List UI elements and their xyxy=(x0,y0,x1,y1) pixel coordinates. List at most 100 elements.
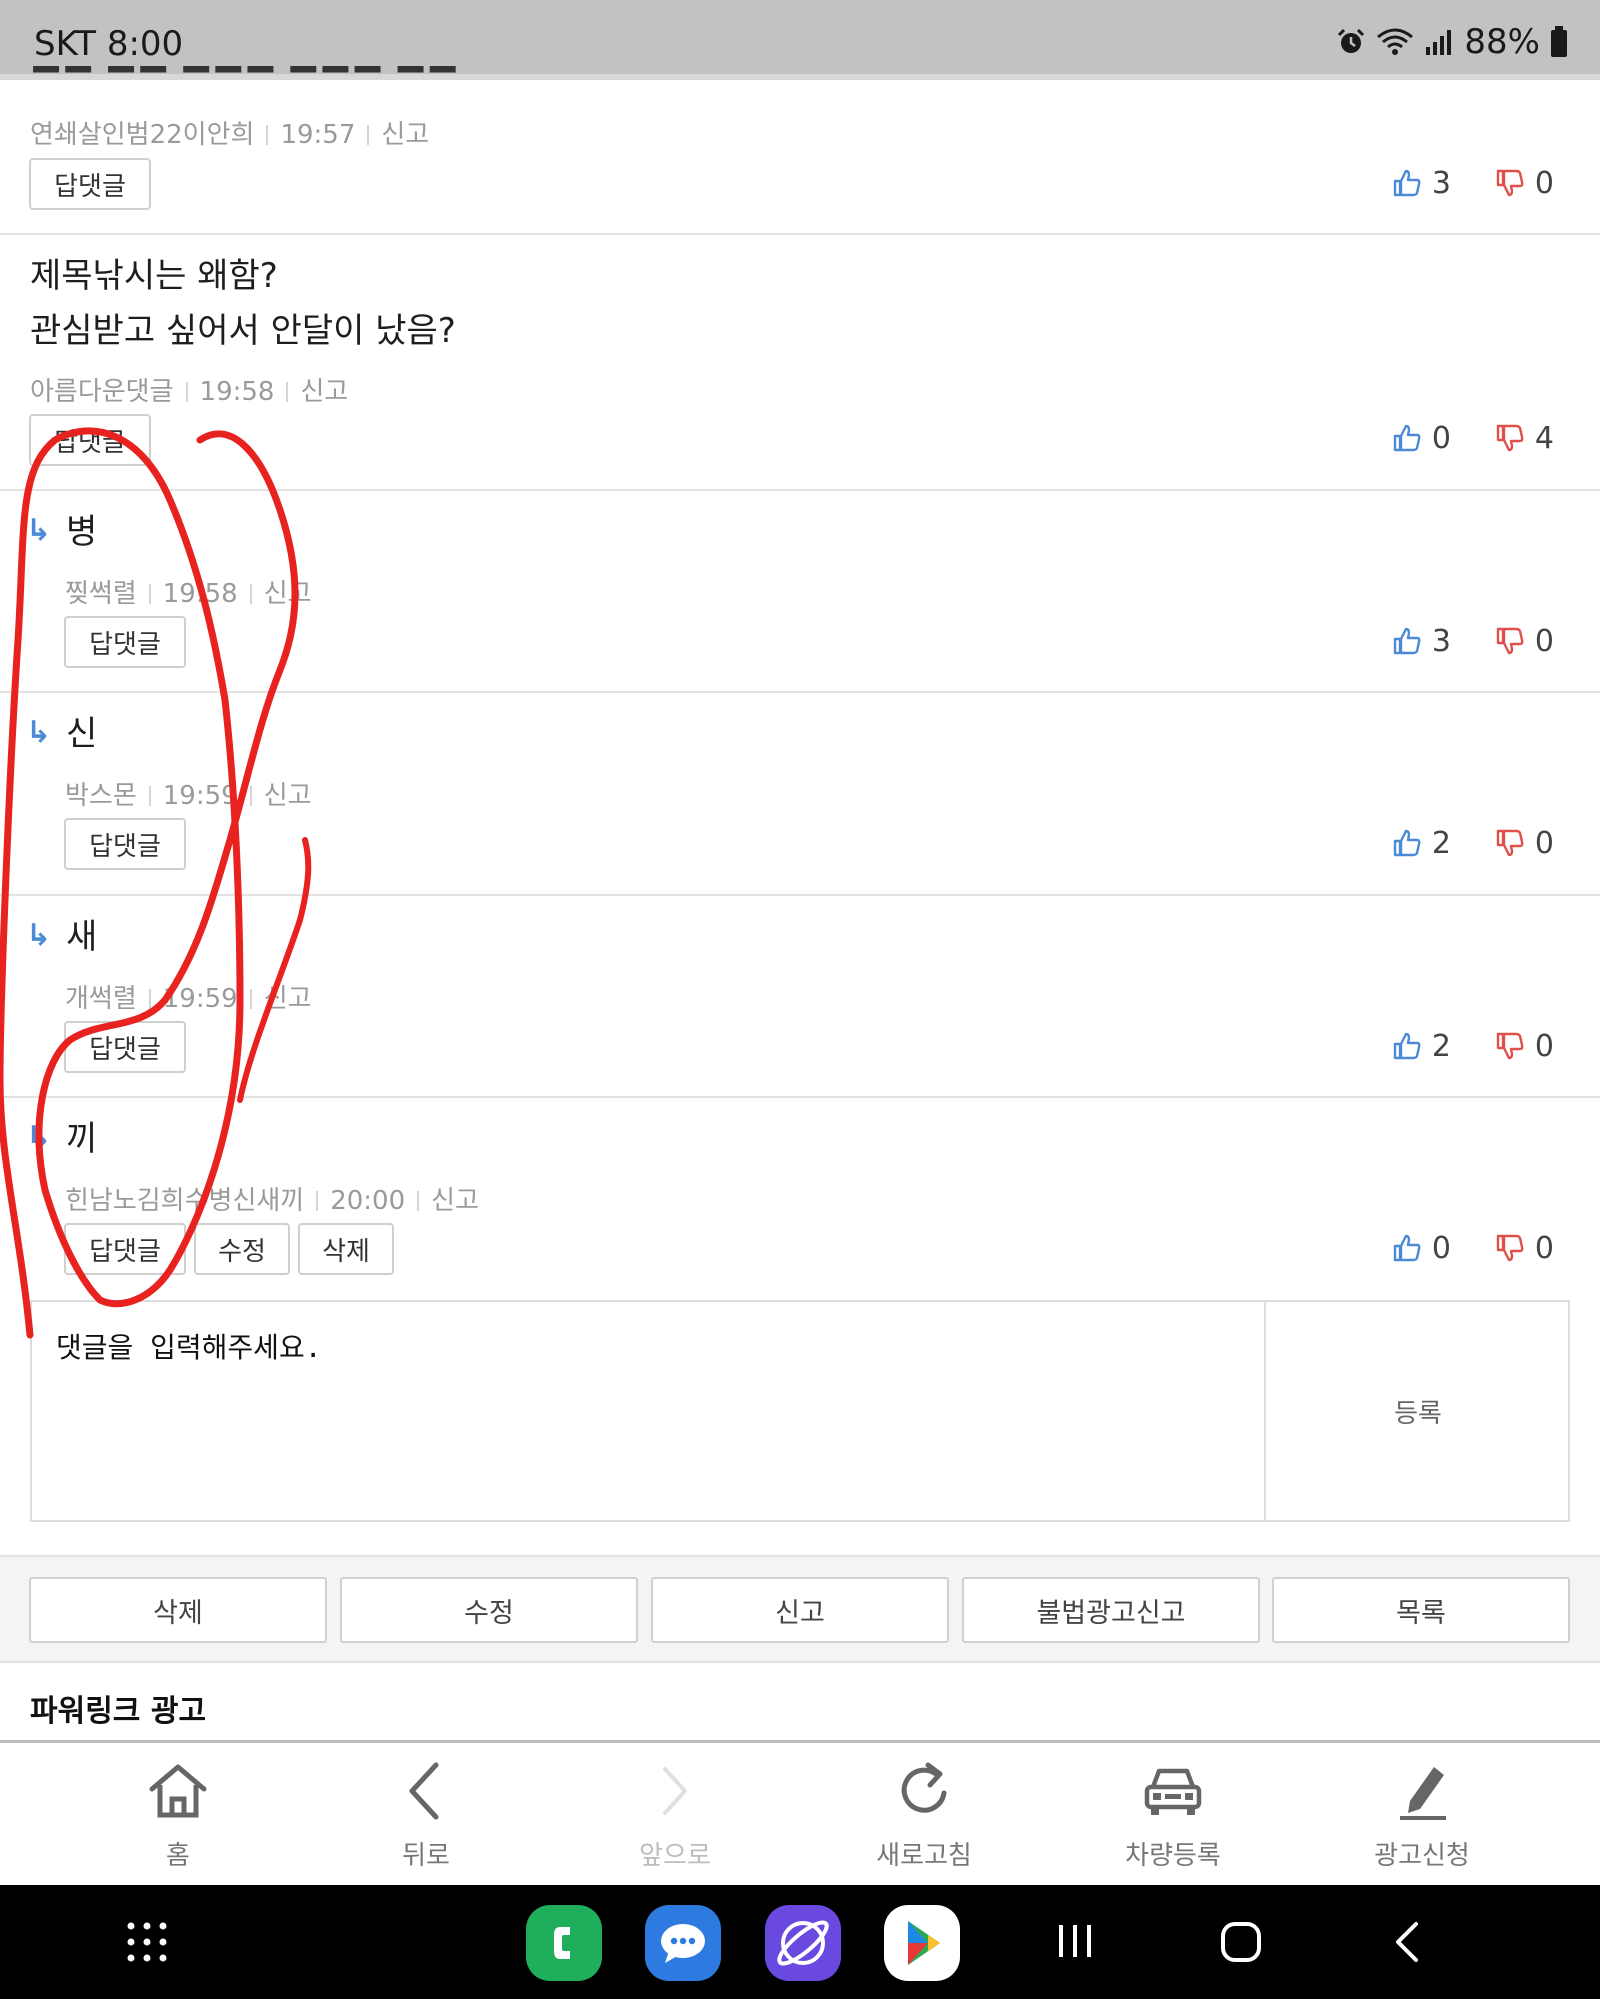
nav-refresh-label: 새로고침 xyxy=(876,1841,972,1871)
thumbs-up-icon xyxy=(1393,829,1421,857)
android-navigation-bar xyxy=(0,1885,1600,1999)
reply-button[interactable]: 답댓글 xyxy=(29,158,151,210)
report-post-button[interactable]: 신고 xyxy=(651,1577,949,1643)
like-button[interactable]: 3 xyxy=(1392,624,1451,659)
report-link[interactable]: 신고 xyxy=(381,120,429,150)
list-button[interactable]: 목록 xyxy=(1272,1577,1570,1643)
report-link[interactable]: 신고 xyxy=(431,1186,479,1216)
comment-author[interactable]: 찢썩렬 xyxy=(65,579,137,609)
reply-button[interactable]: 답댓글 xyxy=(64,1021,186,1073)
vote-area: 3 0 xyxy=(1392,163,1554,203)
dislike-count: 0 xyxy=(1534,1230,1554,1266)
comment-author[interactable]: 힌남노김희수병신새끼 xyxy=(65,1186,304,1216)
phone-app-icon[interactable] xyxy=(526,1905,602,1981)
nav-ad-apply[interactable]: 광고신청 xyxy=(1322,1745,1522,1885)
delete-button[interactable]: 삭제 xyxy=(298,1223,394,1275)
comment-time: 19:58 xyxy=(199,377,275,407)
nav-refresh[interactable]: 새로고침 xyxy=(824,1745,1024,1885)
internet-app-icon[interactable] xyxy=(765,1905,841,1981)
comment-time: 19:59 xyxy=(162,984,238,1014)
comment-meta: 아름다운댓글 19:58 신고 xyxy=(30,371,348,408)
comment-author[interactable]: 개썩렬 xyxy=(65,984,137,1014)
like-button[interactable]: 2 xyxy=(1392,826,1451,861)
like-count: 2 xyxy=(1431,1028,1451,1064)
edit-button[interactable]: 수정 xyxy=(194,1223,290,1275)
comment-meta: 개썩렬 19:59 신고 xyxy=(65,978,312,1015)
nav-forward[interactable]: 앞으로 xyxy=(575,1745,775,1885)
reply-button[interactable]: 답댓글 xyxy=(64,616,186,668)
recents-icon[interactable] xyxy=(1055,1921,1095,1961)
thumbs-up-icon xyxy=(1393,1032,1421,1060)
thumbs-down-icon xyxy=(1496,829,1524,857)
report-illegal-ad-button[interactable]: 불법광고신고 xyxy=(962,1577,1260,1643)
dislike-count: 4 xyxy=(1534,420,1554,456)
nav-car-register[interactable]: 차량등록 xyxy=(1073,1745,1273,1885)
alarm-icon xyxy=(1338,28,1365,53)
refresh-icon xyxy=(901,1762,947,1813)
back-icon xyxy=(409,1762,439,1820)
comment-author[interactable]: 아름다운댓글 xyxy=(30,377,174,407)
carrier-time: SKT 8:00 xyxy=(34,24,184,64)
browser-bottom-nav: 홈 뒤로 앞으로 새로고침 차량등록 광고신청 xyxy=(0,1745,1600,1885)
play-store-icon[interactable] xyxy=(884,1905,960,1981)
nav-home[interactable]: 홈 xyxy=(78,1745,278,1885)
dislike-button[interactable]: 0 xyxy=(1495,1029,1554,1064)
dislike-button[interactable]: 0 xyxy=(1495,826,1554,861)
comment-item: 제목낚시는 왜함? 관심받고 싶어서 안달이 났음? 아름다운댓글 19:58 신고… xyxy=(0,235,1600,491)
comment-form: 등록 xyxy=(30,1300,1570,1522)
dislike-button[interactable]: 4 xyxy=(1495,421,1554,456)
edit-post-button[interactable]: 수정 xyxy=(340,1577,638,1643)
delete-post-button[interactable]: 삭제 xyxy=(29,1577,327,1643)
thumbs-down-icon xyxy=(1496,424,1524,452)
cut-off-text: ▬▬ ▬▬ ▬▬▬ ▬▬▬ ▬▬▬ xyxy=(30,66,460,88)
reply-button[interactable]: 답댓글 xyxy=(29,414,151,466)
reply-button[interactable]: 답댓글 xyxy=(64,1223,186,1275)
reply-arrow-icon: ↳ xyxy=(26,715,52,750)
comment-input[interactable] xyxy=(32,1302,1264,1520)
reply-comment-item: ↳ 끼 힌남노김희수병신새끼 20:00 신고 답댓글 수정 삭제 0 0 xyxy=(0,1098,1600,1298)
vote-area: 2 0 xyxy=(1392,823,1554,863)
like-button[interactable]: 0 xyxy=(1392,1231,1451,1266)
messages-app-icon[interactable] xyxy=(645,1905,721,1981)
reply-button[interactable]: 답댓글 xyxy=(64,818,186,870)
comment-meta: 연쇄살인범22이안희 19:57 신고 xyxy=(30,114,429,151)
thumbs-down-icon xyxy=(1496,169,1524,197)
like-count: 2 xyxy=(1431,825,1451,861)
nav-back[interactable]: 뒤로 xyxy=(326,1745,526,1885)
thumbs-up-icon xyxy=(1393,169,1421,197)
report-link[interactable]: 신고 xyxy=(264,984,312,1014)
app-drawer-icon[interactable] xyxy=(126,1921,168,1963)
reply-arrow-icon: ↳ xyxy=(26,513,52,548)
vote-area: 2 0 xyxy=(1392,1026,1554,1066)
like-button[interactable]: 3 xyxy=(1392,166,1451,201)
dislike-count: 0 xyxy=(1534,165,1554,201)
like-button[interactable]: 0 xyxy=(1392,421,1451,456)
wifi-icon xyxy=(1377,28,1414,55)
report-link[interactable]: 신고 xyxy=(264,781,312,811)
comment-text: 신 xyxy=(66,714,98,754)
report-link[interactable]: 신고 xyxy=(264,579,312,609)
dislike-button[interactable]: 0 xyxy=(1495,166,1554,201)
comment-author[interactable]: 연쇄살인범22이안희 xyxy=(30,120,254,150)
like-count: 0 xyxy=(1431,1230,1451,1266)
pencil-icon xyxy=(1400,1767,1446,1820)
nav-car-register-label: 차량등록 xyxy=(1125,1841,1221,1871)
like-count: 3 xyxy=(1431,623,1451,659)
comment-time: 19:58 xyxy=(162,579,238,609)
comment-time: 19:57 xyxy=(280,120,356,150)
dislike-count: 0 xyxy=(1534,1028,1554,1064)
back-button-icon[interactable] xyxy=(1392,1921,1422,1963)
dislike-count: 0 xyxy=(1534,623,1554,659)
nav-home-label: 홈 xyxy=(166,1841,190,1871)
home-button-icon[interactable] xyxy=(1220,1921,1262,1963)
comment-author[interactable]: 박스몬 xyxy=(65,781,137,811)
report-link[interactable]: 신고 xyxy=(300,377,348,407)
dislike-button[interactable]: 0 xyxy=(1495,624,1554,659)
dislike-button[interactable]: 0 xyxy=(1495,1231,1554,1266)
reply-comment-item: ↳ 병 찢썩렬 19:58 신고 답댓글 3 0 xyxy=(0,491,1600,693)
reply-arrow-icon: ↳ xyxy=(26,918,52,953)
divider xyxy=(0,1740,1600,1743)
like-count: 3 xyxy=(1431,165,1451,201)
submit-comment-button[interactable]: 등록 xyxy=(1264,1302,1570,1520)
like-button[interactable]: 2 xyxy=(1392,1029,1451,1064)
